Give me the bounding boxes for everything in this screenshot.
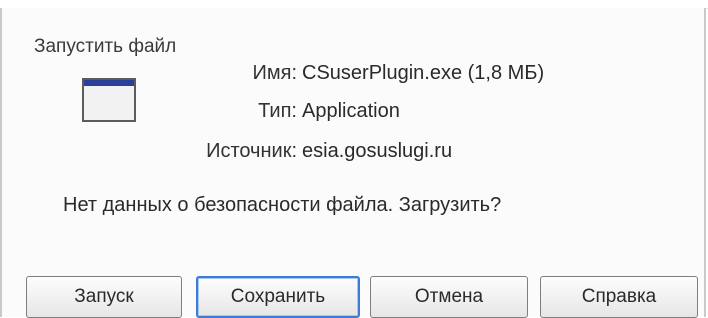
file-type-row: Тип: Application (2, 100, 708, 130)
file-source-value: esia.gosuslugi.ru (302, 140, 453, 162)
file-source-label: Источник: (206, 140, 297, 162)
help-button[interactable]: Справка (540, 276, 698, 318)
file-source-row: Источник: esia.gosuslugi.ru (2, 140, 708, 170)
group-title: Запустить файл (34, 36, 177, 57)
security-question: Нет данных о безопасности файла. Загрузи… (63, 194, 502, 216)
run-button[interactable]: Запуск (26, 276, 182, 318)
file-name-row: Имя: CSuserPlugin.exe (1,8 МБ) (2, 62, 708, 92)
file-name-value: CSuserPlugin.exe (1,8 МБ) (302, 62, 545, 84)
save-button[interactable]: Сохранить (196, 276, 360, 318)
file-name-label: Имя: (252, 62, 297, 84)
cancel-button[interactable]: Отмена (370, 276, 528, 318)
file-type-label: Тип: (258, 100, 297, 122)
file-download-dialog: Запустить файл Имя: CSuserPlugin.exe (1,… (0, 8, 708, 318)
file-type-value: Application (302, 100, 400, 122)
